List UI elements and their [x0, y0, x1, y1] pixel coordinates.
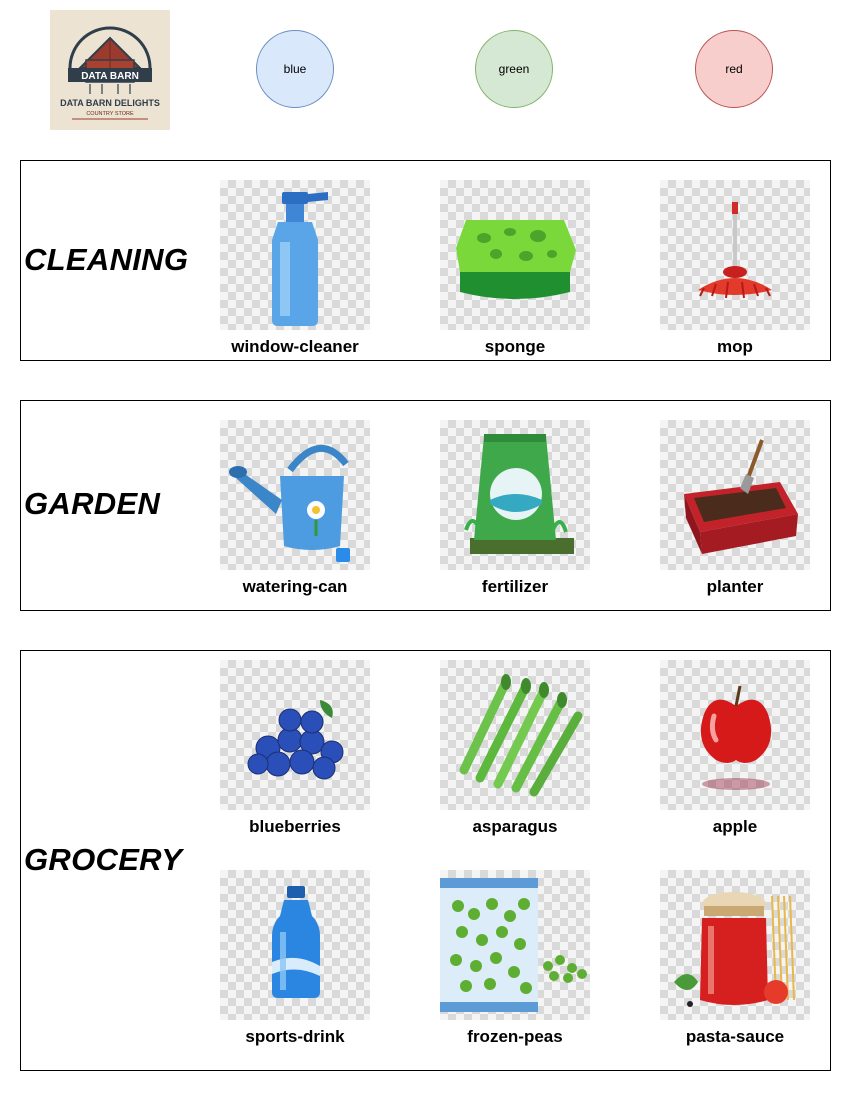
frozen-peas-bag-icon	[440, 878, 587, 1012]
fertilizer-bag-icon	[464, 434, 574, 554]
legend-green-label: green	[498, 62, 530, 76]
item-mop	[660, 180, 810, 330]
item-pasta-sauce	[660, 870, 810, 1020]
legend-red-circle: red	[695, 30, 773, 108]
item-sponge	[440, 180, 590, 330]
legend-blue-label: blue	[283, 62, 307, 76]
label-window-cleaner: window-cleaner	[231, 337, 359, 356]
item-sports-drink	[220, 870, 370, 1020]
item-asparagus	[440, 660, 590, 810]
item-blueberries	[220, 660, 370, 810]
label-blueberries: blueberries	[249, 817, 341, 836]
legend-green-circle: green	[475, 30, 553, 108]
label-sports-drink: sports-drink	[245, 1027, 345, 1046]
watering-can-icon	[229, 444, 350, 562]
item-fertilizer	[440, 420, 590, 570]
item-frozen-peas	[440, 870, 590, 1020]
sports-drink-bottle-icon	[272, 886, 320, 998]
mop-icon	[698, 202, 772, 299]
label-planter: planter	[706, 577, 764, 596]
label-apple: apple	[712, 817, 758, 836]
store-logo: DATA BARN DATA BARN DELIGHTS COUNTRY STO…	[50, 10, 170, 130]
legend-blue-circle: blue	[256, 30, 334, 108]
legend-red-label: red	[725, 62, 743, 76]
label-watering-can: watering-can	[242, 577, 348, 596]
blueberries-icon	[247, 700, 344, 780]
section-title-cleaning: CLEANING	[24, 242, 189, 277]
sponge-icon	[456, 220, 576, 299]
label-asparagus: asparagus	[472, 817, 558, 836]
asparagus-icon	[459, 674, 583, 797]
item-planter	[660, 420, 810, 570]
item-apple	[660, 660, 810, 810]
pasta-sauce-jar-icon	[674, 892, 795, 1007]
label-pasta-sauce: pasta-sauce	[685, 1027, 785, 1046]
svg-text:DATA BARN: DATA BARN	[81, 71, 139, 82]
label-fertilizer: fertilizer	[481, 577, 549, 596]
label-frozen-peas: frozen-peas	[467, 1027, 563, 1046]
section-grocery: GROCERY blueberries asparagus apple spor…	[20, 650, 831, 1071]
section-cleaning: CLEANING window-cleaner sponge mop	[20, 160, 831, 361]
item-window-cleaner	[220, 180, 370, 330]
item-watering-can	[220, 420, 370, 570]
planter-box-icon	[684, 439, 798, 554]
label-sponge: sponge	[484, 337, 546, 356]
spray-bottle-icon	[272, 192, 328, 326]
section-garden: GARDEN watering-can fertilizer planter	[20, 400, 831, 611]
svg-text:DATA BARN DELIGHTS: DATA BARN DELIGHTS	[60, 98, 160, 108]
section-title-garden: GARDEN	[24, 486, 161, 521]
label-mop: mop	[717, 337, 753, 356]
svg-text:COUNTRY STORE: COUNTRY STORE	[86, 111, 134, 117]
section-title-grocery: GROCERY	[24, 842, 183, 877]
apple-icon	[700, 685, 772, 790]
